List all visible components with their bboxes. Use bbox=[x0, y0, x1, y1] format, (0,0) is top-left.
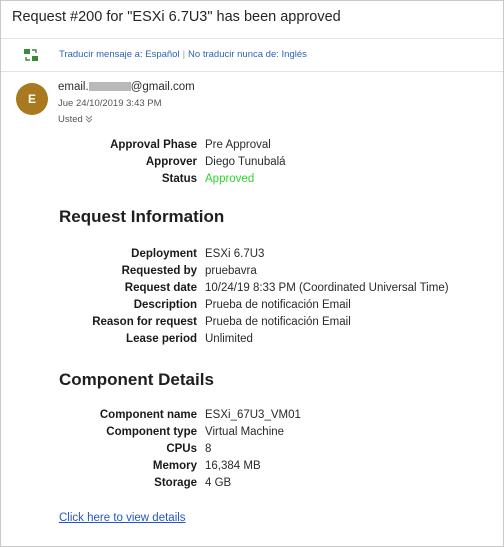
translation-bar: Traducir mensaje a: Español | No traducir … bbox=[1, 38, 503, 72]
field-label: Request date bbox=[124, 282, 197, 294]
field-value: ESXi_67U3_VM01 bbox=[205, 409, 301, 421]
email-reading-pane: Request #200 for "ESXi 6.7U3" has been a… bbox=[0, 0, 504, 547]
field-label: Status bbox=[161, 173, 197, 185]
field-label: Memory bbox=[152, 460, 197, 472]
sent-date: Jue 24/10/2019 3:43 PM bbox=[58, 98, 162, 109]
field-value: 8 bbox=[205, 443, 212, 455]
field-label: Lease period bbox=[126, 333, 197, 345]
field-label: Component type bbox=[106, 426, 197, 438]
field-value: Prueba de notificación Email bbox=[205, 299, 351, 311]
component-details-heading: Component Details bbox=[59, 370, 214, 389]
field-label: Approver bbox=[145, 156, 197, 168]
email-subject: Request #200 for "ESXi 6.7U3" has been a… bbox=[12, 9, 341, 25]
sender-email-suffix: @gmail.com bbox=[130, 81, 195, 93]
field-value: Diego Tunubalá bbox=[205, 156, 286, 168]
recipient-line[interactable]: Usted bbox=[58, 114, 93, 125]
redacted-block bbox=[88, 82, 131, 91]
avatar[interactable]: E bbox=[16, 83, 48, 115]
sender-email-prefix: email. bbox=[58, 81, 89, 93]
field-value: Prueba de notificación Email bbox=[205, 316, 351, 328]
field-label: Component name bbox=[99, 409, 197, 421]
never-translate-link[interactable]: No traducir nunca de: Inglés bbox=[188, 49, 307, 60]
translate-separator: | bbox=[182, 49, 186, 60]
field-label: CPUs bbox=[166, 443, 197, 455]
field-value: 4 GB bbox=[205, 477, 232, 489]
request-information-heading: Request Information bbox=[59, 207, 225, 226]
field-value: Unlimited bbox=[205, 333, 253, 345]
field-label: Requested by bbox=[121, 265, 197, 277]
field-value: pruebavra bbox=[205, 265, 257, 277]
status-value: Approved bbox=[205, 173, 255, 185]
field-value: ESXi 6.7U3 bbox=[205, 248, 265, 260]
field-label: Description bbox=[133, 299, 197, 311]
recipient-name: Usted bbox=[58, 114, 83, 125]
field-label: Deployment bbox=[131, 248, 197, 260]
field-value: 10/24/19 8:33 PM (Coordinated Universal … bbox=[205, 282, 449, 294]
field-label: Storage bbox=[154, 477, 197, 489]
field-label: Reason for request bbox=[92, 316, 197, 328]
view-details-link[interactable]: Click here to view details bbox=[59, 512, 186, 524]
chevron-down-icon[interactable] bbox=[85, 115, 93, 123]
field-value: Pre Approval bbox=[205, 139, 271, 151]
field-label: Approval Phase bbox=[110, 139, 197, 151]
field-value: 16,384 MB bbox=[205, 460, 261, 472]
translate-message-link[interactable]: Traducir mensaje a: Español bbox=[59, 49, 180, 60]
field-value: Virtual Machine bbox=[205, 426, 285, 438]
sender-email[interactable]: email. @gmail.com bbox=[58, 81, 195, 93]
translate-icon bbox=[24, 49, 38, 61]
